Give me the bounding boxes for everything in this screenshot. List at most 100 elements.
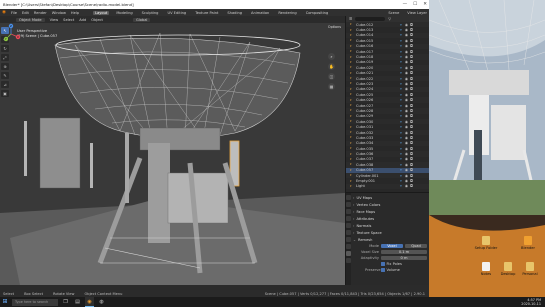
options-dropdown[interactable]: Options — [328, 25, 341, 29]
visibility-eye-icon[interactable]: ◉ — [405, 136, 408, 140]
visibility-eye-icon[interactable]: ◉ — [405, 174, 408, 178]
render-camera-icon[interactable]: ◘ — [410, 60, 413, 64]
add-cube-icon[interactable]: ▣ — [1, 90, 9, 97]
visibility-eye-icon[interactable]: ◉ — [405, 44, 408, 48]
render-camera-icon[interactable]: ◘ — [410, 141, 413, 145]
render-camera-icon[interactable]: ◘ — [410, 98, 413, 102]
visibility-eye-icon[interactable]: ◉ — [405, 98, 408, 102]
menu-edit[interactable]: Edit — [22, 11, 29, 15]
visibility-eye-icon[interactable]: ◉ — [405, 55, 408, 59]
panel-vertex-colors[interactable]: › Vertex Colors — [353, 201, 427, 208]
visibility-eye-icon[interactable]: ◉ — [405, 93, 408, 97]
measure-icon[interactable]: ⊿ — [1, 81, 9, 88]
mode-dropdown[interactable]: Object Mode — [16, 17, 45, 22]
visibility-eye-icon[interactable]: ◉ — [405, 50, 408, 54]
3d-viewport[interactable]: ↖ ✥ ↻ ⤢ ⊕ ✎ ⊿ ▣ User Perspective (29) Sc… — [0, 23, 345, 285]
visibility-eye-icon[interactable]: ◉ — [405, 60, 408, 64]
annotate-icon[interactable]: ✎ — [1, 72, 9, 79]
render-camera-icon[interactable]: ◘ — [410, 157, 413, 161]
transform-icon[interactable]: ⊕ — [1, 63, 9, 70]
system-clock[interactable]: 4:57 PM 2020-10-11 — [521, 298, 541, 306]
panel-remesh[interactable]: ⌄ Remesh — [353, 236, 427, 243]
render-camera-icon[interactable]: ◘ — [410, 163, 413, 167]
render-camera-icon[interactable]: ◘ — [410, 174, 413, 178]
render-camera-icon[interactable]: ◘ — [410, 109, 413, 113]
visibility-eye-icon[interactable]: ◉ — [405, 28, 408, 32]
visibility-eye-icon[interactable]: ◉ — [405, 141, 408, 145]
render-camera-icon[interactable]: ◘ — [410, 114, 413, 118]
tab-shading[interactable]: Shading — [225, 11, 244, 15]
panel-face-maps[interactable]: › Face Maps — [353, 208, 427, 215]
tab-uv-editing[interactable]: UV Editing — [165, 11, 188, 15]
render-camera-icon[interactable]: ◘ — [410, 50, 413, 54]
visibility-eye-icon[interactable]: ◉ — [405, 157, 408, 161]
camera-icon[interactable]: ◫ — [328, 73, 335, 80]
adaptivity-field[interactable]: 0 m — [381, 255, 427, 261]
render-camera-icon[interactable]: ◘ — [410, 104, 413, 108]
outliner-row[interactable]: ▾ Light ▿ ◉ ◘ — [346, 183, 429, 190]
visibility-eye-icon[interactable]: ◉ — [405, 71, 408, 75]
visibility-eye-icon[interactable]: ◉ — [405, 131, 408, 135]
select-menu[interactable]: Select — [63, 18, 74, 22]
desktop-icon-blender[interactable]: Blender — [515, 236, 541, 250]
visibility-eye-icon[interactable]: ◉ — [405, 66, 408, 70]
visibility-eye-icon[interactable]: ◉ — [405, 125, 408, 129]
visibility-eye-icon[interactable]: ◉ — [405, 120, 408, 124]
close-button[interactable]: ✕ — [423, 2, 427, 7]
menu-window[interactable]: Window — [52, 11, 66, 15]
render-camera-icon[interactable]: ◘ — [410, 87, 413, 91]
task-view-icon[interactable]: ❐ — [61, 297, 70, 307]
visibility-eye-icon[interactable]: ◉ — [405, 179, 408, 183]
taskbar-search[interactable]: Type here to search — [12, 298, 58, 306]
tab-texture-paint[interactable]: Texture Paint — [193, 11, 220, 15]
desktop-icon-setup[interactable]: Setup Folder — [473, 236, 499, 250]
pan-hand-icon[interactable]: ✋ — [328, 63, 335, 70]
panel-attributes[interactable]: › Attributes — [353, 215, 427, 222]
tab-sculpting[interactable]: Sculpting — [140, 11, 161, 15]
zoom-icon[interactable]: ⌕ — [328, 53, 335, 60]
volume-checkbox[interactable] — [381, 268, 385, 272]
scale-icon[interactable]: ⤢ — [1, 54, 9, 61]
add-menu[interactable]: Add — [79, 18, 86, 22]
visibility-eye-icon[interactable]: ◉ — [405, 82, 408, 86]
display-mode-icon[interactable]: ☰ — [349, 17, 352, 21]
outliner-search[interactable] — [355, 17, 386, 21]
scene-field[interactable]: Scene — [388, 11, 399, 15]
blender-logo-icon[interactable]: ◉ — [2, 10, 6, 15]
render-camera-icon[interactable]: ◘ — [410, 168, 413, 172]
mode-voxel-button[interactable]: Voxel — [381, 243, 403, 249]
visibility-eye-icon[interactable]: ◉ — [405, 33, 408, 37]
render-camera-icon[interactable]: ◘ — [410, 120, 413, 124]
render-camera-icon[interactable]: ◘ — [410, 44, 413, 48]
render-camera-icon[interactable]: ◘ — [410, 77, 413, 81]
visibility-eye-icon[interactable]: ◉ — [405, 163, 408, 167]
tab-compositing[interactable]: Compositing — [304, 11, 331, 15]
render-camera-icon[interactable]: ◘ — [410, 136, 413, 140]
render-camera-icon[interactable]: ◘ — [410, 82, 413, 86]
fix-poles-checkbox[interactable] — [381, 262, 385, 266]
tab-modeling[interactable]: Modeling — [114, 11, 134, 15]
visibility-eye-icon[interactable]: ◉ — [405, 23, 408, 27]
panel-texture-space[interactable]: › Texture Space — [353, 229, 427, 236]
render-camera-icon[interactable]: ◘ — [410, 147, 413, 151]
desktop-icon-personal[interactable]: Personal — [517, 262, 543, 276]
render-camera-icon[interactable]: ◘ — [410, 152, 413, 156]
voxel-size-field[interactable]: 0.1 m — [381, 249, 427, 255]
view-layer-field[interactable]: View Layer — [407, 11, 427, 15]
visibility-eye-icon[interactable]: ◉ — [405, 77, 408, 81]
rotate-icon[interactable]: ↻ — [1, 45, 9, 52]
visibility-eye-icon[interactable]: ◉ — [405, 104, 408, 108]
file-explorer-icon[interactable]: ▤ — [73, 297, 82, 307]
render-camera-icon[interactable]: ◘ — [410, 23, 413, 27]
panel-uv-maps[interactable]: › UV Maps — [353, 194, 427, 201]
menu-file[interactable]: File — [11, 11, 17, 15]
tab-rendering[interactable]: Rendering — [276, 11, 298, 15]
panel-normals[interactable]: › Normals — [353, 222, 427, 229]
browser-icon[interactable]: ◍ — [97, 297, 106, 307]
visibility-eye-icon[interactable]: ◉ — [405, 184, 408, 188]
navigation-gizmo[interactable]: X Y Z — [0, 23, 22, 45]
render-camera-icon[interactable]: ◘ — [410, 93, 413, 97]
visibility-eye-icon[interactable]: ◉ — [405, 87, 408, 91]
visibility-eye-icon[interactable]: ◉ — [405, 109, 408, 113]
render-camera-icon[interactable]: ◘ — [410, 39, 413, 43]
